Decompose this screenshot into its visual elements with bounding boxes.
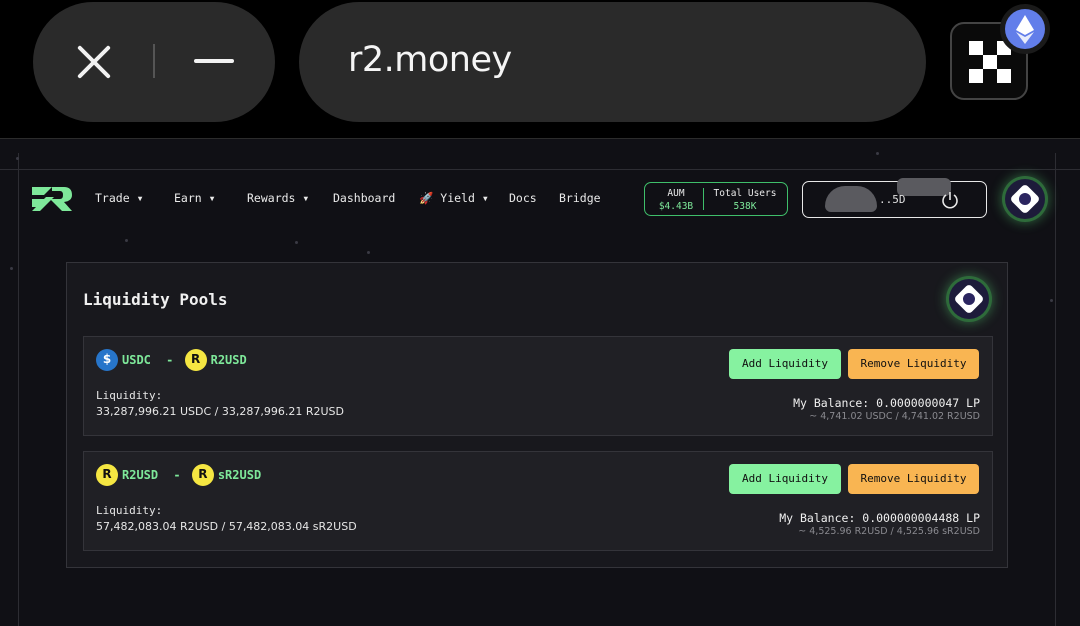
token-a-label: R2USD <box>122 468 159 482</box>
pool-card: R2USD - sR2USD Liquidity: 57,482,083.04 … <box>83 451 993 551</box>
liquidity-label: Liquidity: <box>96 504 163 517</box>
redacted-overlay <box>825 186 877 212</box>
stat-divider <box>703 188 704 210</box>
aum-label: AUM <box>667 188 685 199</box>
divider <box>153 44 155 78</box>
nav-yield[interactable]: 🚀 Yield ▾ <box>419 191 489 205</box>
token-a-label: USDC <box>122 353 151 367</box>
star-decoration <box>367 251 370 254</box>
pool-pair: USDC - R2USD <box>96 349 251 371</box>
usdc-icon <box>96 349 118 371</box>
star-decoration <box>10 267 13 270</box>
caret-down-icon: ▾ <box>481 191 489 205</box>
users-label: Total Users <box>713 188 777 199</box>
pool-pair: R2USD - sR2USD <box>96 464 265 486</box>
avatar-logo-icon <box>1009 183 1041 215</box>
add-liquidity-button[interactable]: Add Liquidity <box>729 464 841 494</box>
frame-line <box>18 153 19 626</box>
nav-bridge-label: Bridge <box>559 191 601 205</box>
users-value: 538K <box>733 201 757 212</box>
frame-line <box>1055 153 1056 626</box>
caret-down-icon: ▾ <box>302 191 310 205</box>
nav-dashboard-label: Dashboard <box>333 191 396 205</box>
caret-down-icon: ▾ <box>136 191 144 205</box>
users-stat: Total Users 538K <box>705 187 785 213</box>
protocol-stats: AUM $4.43B Total Users 538K <box>644 182 788 216</box>
browser-toolbar: r2.money <box>0 0 1080 137</box>
liquidity-value: 33,287,996.21 USDC / 33,287,996.21 R2USD <box>96 405 344 418</box>
ethereum-network-badge[interactable] <box>1000 4 1050 54</box>
star-decoration <box>16 157 19 160</box>
url-text[interactable]: r2.money <box>348 40 512 80</box>
nav-bridge[interactable]: Bridge <box>559 191 601 205</box>
minimize-icon[interactable] <box>194 59 234 63</box>
pool-card: USDC - R2USD Liquidity: 33,287,996.21 US… <box>83 336 993 436</box>
r2-logo-icon[interactable] <box>30 185 74 213</box>
pair-separator: - <box>166 353 174 367</box>
nav-trade[interactable]: Trade ▾ <box>95 191 144 205</box>
star-decoration <box>876 152 879 155</box>
panel-avatar[interactable] <box>949 279 989 319</box>
my-balance: My Balance: 0.0000000047 LP <box>793 396 980 410</box>
caret-down-icon: ▾ <box>208 191 216 205</box>
liquidity-value: 57,482,083.04 R2USD / 57,482,083.04 sR2U… <box>96 520 357 533</box>
pair-separator: - <box>173 468 181 482</box>
liquidity-label: Liquidity: <box>96 389 163 402</box>
nav-rewards-label: Rewards <box>247 191 296 205</box>
sr2usd-icon <box>191 464 214 486</box>
nav-trade-label: Trade <box>95 191 130 205</box>
site-viewport: Trade ▾ Earn ▾ Rewards ▾ Dashboard 🚀 Yie… <box>0 138 1080 626</box>
close-icon[interactable] <box>74 42 114 82</box>
token-b-label: R2USD <box>210 353 247 367</box>
power-icon[interactable] <box>940 190 960 210</box>
token-b-label: sR2USD <box>217 468 262 482</box>
nav-rewards[interactable]: Rewards ▾ <box>247 191 309 205</box>
nav-earn[interactable]: Earn ▾ <box>174 191 216 205</box>
frame-line <box>0 169 1080 170</box>
my-balance: My Balance: 0.000000004488 LP <box>779 511 980 525</box>
r2usd-icon <box>96 464 118 486</box>
liquidity-pools-panel: Liquidity Pools USDC - R2USD Liquidity: … <box>66 262 1008 568</box>
balance-detail: ~ 4,525.96 R2USD / 4,525.96 sR2USD <box>798 526 980 537</box>
remove-liquidity-button[interactable]: Remove Liquidity <box>848 349 979 379</box>
balance-detail: ~ 4,741.02 USDC / 4,741.02 R2USD <box>809 411 980 422</box>
wallet-button[interactable]: ..5D <box>802 178 987 218</box>
page-title: Liquidity Pools <box>83 290 228 309</box>
avatar-logo-icon <box>953 283 985 315</box>
nav-docs-label: Docs <box>509 191 537 205</box>
wallet-address: ..5D <box>879 193 906 206</box>
profile-avatar[interactable] <box>1005 179 1045 219</box>
star-decoration <box>295 241 298 244</box>
nav-dashboard[interactable]: Dashboard <box>333 191 395 205</box>
add-liquidity-button[interactable]: Add Liquidity <box>729 349 841 379</box>
r2usd-icon <box>184 349 207 371</box>
remove-liquidity-button[interactable]: Remove Liquidity <box>848 464 979 494</box>
star-decoration <box>125 239 128 242</box>
aum-stat: AUM $4.43B <box>649 187 703 213</box>
rocket-icon: 🚀 <box>419 191 434 205</box>
ethereum-icon <box>1005 9 1045 49</box>
star-decoration <box>1050 299 1053 302</box>
nav-earn-label: Earn <box>174 191 202 205</box>
nav-yield-label: Yield <box>440 191 475 205</box>
aum-value: $4.43B <box>658 201 694 212</box>
nav-docs[interactable]: Docs <box>509 191 537 205</box>
